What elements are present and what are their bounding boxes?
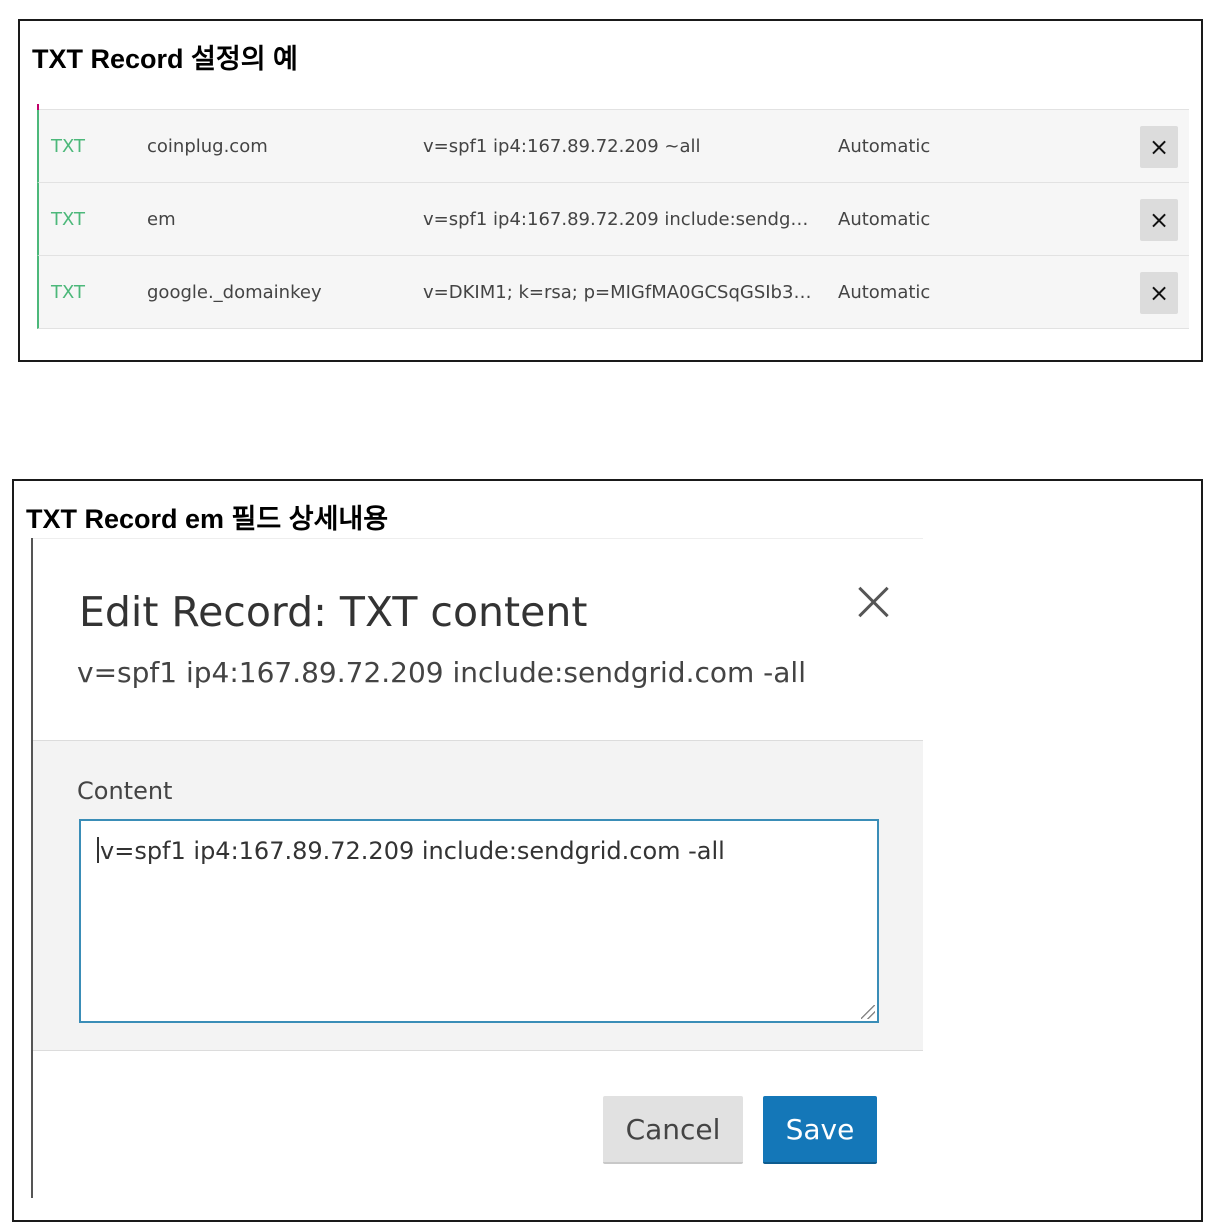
panel-title: TXT Record em 필드 상세내용	[26, 504, 389, 534]
record-name: google._domainkey	[147, 282, 322, 303]
record-value: v=spf1 ip4:167.89.72.209 ~all	[423, 136, 701, 157]
close-icon: ×	[1148, 133, 1170, 161]
record-type: TXT	[51, 136, 86, 157]
table-row[interactable]: TXT coinplug.com v=spf1 ip4:167.89.72.20…	[37, 110, 1189, 183]
panel-title: TXT Record 설정의 예	[32, 44, 298, 74]
dialog-subtitle: v=spf1 ip4:167.89.72.209 include:sendgri…	[77, 656, 806, 689]
dns-records-table: TXT coinplug.com v=spf1 ip4:167.89.72.20…	[37, 104, 1189, 329]
record-ttl: Automatic	[838, 136, 931, 157]
record-type: TXT	[51, 282, 86, 303]
delete-record-button[interactable]: ×	[1140, 199, 1178, 241]
dialog-body: Content v=spf1 ip4:167.89.72.209 include…	[33, 740, 923, 1051]
record-name: em	[147, 209, 176, 230]
content-textarea[interactable]: v=spf1 ip4:167.89.72.209 include:sendgri…	[79, 819, 879, 1023]
table-row[interactable]: TXT google._domainkey v=DKIM1; k=rsa; p=…	[37, 256, 1189, 329]
save-button[interactable]: Save	[763, 1096, 877, 1164]
record-ttl: Automatic	[838, 209, 931, 230]
content-label: Content	[77, 777, 173, 805]
cancel-button[interactable]: Cancel	[603, 1096, 743, 1164]
record-ttl: Automatic	[838, 282, 931, 303]
dialog-title: Edit Record: TXT content	[79, 588, 588, 636]
close-icon: ×	[1148, 279, 1170, 307]
delete-record-button[interactable]: ×	[1140, 126, 1178, 168]
edit-record-dialog: Edit Record: TXT content v=spf1 ip4:167.…	[31, 538, 925, 1198]
record-value: v=DKIM1; k=rsa; p=MIGfMA0GCSqGSIb3DQE...	[423, 282, 813, 303]
record-type: TXT	[51, 209, 86, 230]
txt-record-detail-panel: TXT Record em 필드 상세내용 Edit Record: TXT c…	[12, 479, 1203, 1222]
content-value: v=spf1 ip4:167.89.72.209 include:sendgri…	[100, 837, 725, 865]
record-value: v=spf1 ip4:167.89.72.209 include:sendgri…	[423, 209, 813, 230]
delete-record-button[interactable]: ×	[1140, 272, 1178, 314]
resize-handle-icon[interactable]	[861, 1005, 875, 1019]
table-row[interactable]: TXT em v=spf1 ip4:167.89.72.209 include:…	[37, 183, 1189, 256]
close-icon[interactable]	[853, 582, 893, 622]
text-caret	[97, 837, 99, 863]
record-name: coinplug.com	[147, 136, 268, 157]
divider	[33, 538, 923, 539]
close-icon: ×	[1148, 206, 1170, 234]
txt-record-example-panel: TXT Record 설정의 예 TXT coinplug.com v=spf1…	[18, 19, 1203, 362]
